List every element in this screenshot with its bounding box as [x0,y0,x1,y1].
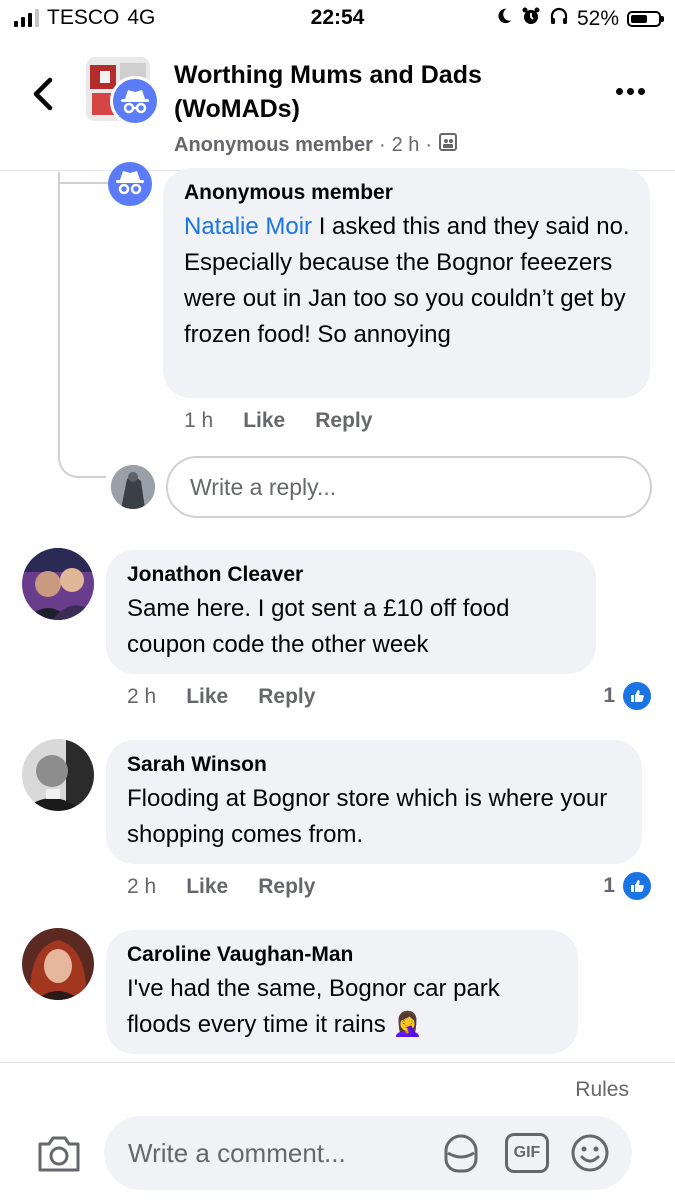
comment-author[interactable]: Jonathon Cleaver [127,562,576,588]
camera-icon[interactable] [36,1132,82,1174]
comment-text: I've had the same, Bognor car park flood… [127,971,558,1043]
like-button[interactable]: Like [243,409,285,433]
reply-actions: 1 h Like Reply [184,409,372,433]
comment-avatar[interactable] [22,548,94,620]
anonymous-icon [110,76,160,126]
comment-placeholder: Write a comment... [128,1137,346,1168]
reply-author[interactable]: Anonymous member [184,180,630,206]
facepalm-emoji: 🤦‍♀️ [392,1011,423,1038]
meta-separator: · [378,133,386,156]
reply-button[interactable]: Reply [315,409,372,433]
comment-text: Same here. I got sent a £10 off food cou… [127,595,510,658]
like-icon [621,870,653,902]
post-meta: Anonymous member · 2 h · [174,132,458,158]
sticker-icon[interactable] [440,1131,482,1175]
comment-text: Flooding at Bognor store which is where … [127,785,608,848]
group-title[interactable]: Worthing Mums and Dads (WoMADs) [174,58,604,126]
reaction-number: 1 [603,874,615,897]
reply-button[interactable]: Reply [258,685,315,709]
gif-icon[interactable]: GIF [505,1133,549,1173]
reply-button[interactable]: Reply [258,875,315,899]
reply-avatar[interactable] [108,162,152,206]
reaction-count[interactable]: 1 [603,870,653,902]
comment-time: 2 h [127,875,157,898]
reply-bubble: Anonymous member Natalie Moir I asked th… [163,168,650,398]
battery-icon [627,11,664,27]
reply-text: Natalie Moir I asked this and they said … [184,209,630,353]
post-author: Anonymous member [174,133,373,156]
group-privacy-icon [438,132,458,158]
comment-actions: 2 h Like Reply [127,875,315,899]
comment-author[interactable]: Caroline Vaughan-Man [127,942,558,968]
reaction-number: 1 [603,684,615,707]
like-icon [621,680,653,712]
comment-bubble: Jonathon Cleaver Same here. I got sent a… [106,550,596,674]
comment-actions: 2 h Like Reply [127,685,315,709]
alarm-icon [521,6,541,32]
post-age: 2 h [391,133,420,156]
more-icon[interactable] [616,88,645,95]
comment-bubble: Sarah Winson Flooding at Bognor store wh… [106,740,642,864]
comment-avatar[interactable] [22,739,94,811]
comment-author[interactable]: Sarah Winson [127,752,622,778]
like-button[interactable]: Like [186,685,228,709]
back-icon[interactable] [26,72,62,116]
rules-link[interactable]: Rules [575,1078,629,1102]
like-button[interactable]: Like [186,875,228,899]
comment-avatar[interactable] [22,928,94,1000]
comment-time: 2 h [127,685,157,708]
comment-input[interactable]: Write a comment... [104,1116,632,1190]
status-bar-right: 52% [495,6,664,32]
mention-link[interactable]: Natalie Moir [184,213,312,240]
moon-icon [495,7,513,31]
battery-percent: 52% [576,7,619,30]
emoji-icon[interactable] [570,1133,610,1173]
meta-separator-2: · [425,133,433,156]
comment-bubble: Caroline Vaughan-Man I've had the same, … [106,930,578,1054]
thread-connector [58,172,106,478]
reply-input[interactable]: Write a reply... [166,456,652,518]
headphones-icon [549,6,569,32]
reaction-count[interactable]: 1 [603,680,653,712]
current-user-avatar [111,465,155,509]
reply-time: 1 h [184,409,214,432]
comment-body: I've had the same, Bognor car park flood… [127,975,500,1038]
gif-label: GIF [513,1144,541,1161]
